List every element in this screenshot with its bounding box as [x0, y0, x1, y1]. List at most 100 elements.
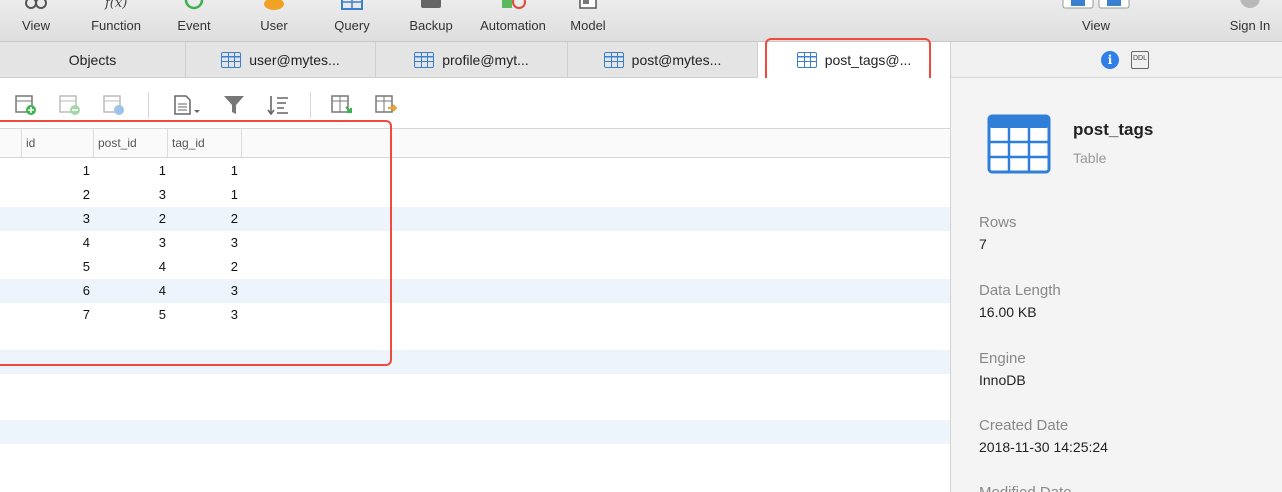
- automation-button[interactable]: Automation: [472, 0, 554, 42]
- column-header-id[interactable]: id: [22, 129, 94, 157]
- view-toggle-icon: [1062, 0, 1130, 9]
- cell-id[interactable]: 5: [22, 255, 90, 279]
- view-icon: [25, 0, 47, 9]
- view-button[interactable]: View: [8, 0, 64, 42]
- data-length-label: Data Length: [979, 282, 1061, 299]
- engine-label: Engine: [979, 350, 1026, 367]
- cell-id[interactable]: 3: [22, 207, 90, 231]
- filter-icon[interactable]: [222, 94, 246, 116]
- table-row[interactable]: 1 1 1: [0, 159, 950, 183]
- main-toolbar: View f(x) Function Event User Query Back…: [0, 0, 1282, 42]
- object-info-panel: i DDL post_tags Table Rows 7 Data Length…: [950, 42, 1282, 492]
- data-length-value: 16.00 KB: [979, 304, 1037, 320]
- query-button[interactable]: Query: [322, 0, 382, 42]
- data-grid: id post_id tag_id 1 1 1 2 3 1 3 2 2 4 3 …: [0, 128, 950, 492]
- info-panel-header: i DDL: [951, 42, 1282, 78]
- object-name: post_tags: [1073, 120, 1154, 139]
- cell-post-id[interactable]: 5: [94, 303, 166, 327]
- backup-label: Backup: [409, 18, 453, 33]
- table-icon: [221, 52, 242, 68]
- empty-row: [0, 350, 950, 374]
- model-icon: [579, 0, 597, 9]
- cell-tag-id[interactable]: 3: [168, 303, 238, 327]
- cell-tag-id[interactable]: 2: [168, 207, 238, 231]
- import-icon[interactable]: [330, 94, 354, 116]
- delete-record-icon[interactable]: [58, 94, 82, 116]
- created-date-value: 2018-11-30 14:25:24: [979, 439, 1108, 455]
- query-label: Query: [334, 18, 370, 33]
- refresh-record-icon[interactable]: [102, 94, 126, 116]
- cell-id[interactable]: 1: [22, 159, 90, 183]
- automation-icon: [502, 0, 526, 9]
- add-record-icon[interactable]: [14, 94, 38, 116]
- view-toggle-button[interactable]: View: [1026, 0, 1166, 42]
- cell-post-id[interactable]: 3: [94, 231, 166, 255]
- cell-id[interactable]: 4: [22, 231, 90, 255]
- grid-header: id post_id tag_id: [0, 128, 950, 158]
- cell-id[interactable]: 6: [22, 279, 90, 303]
- toolbar-divider: [148, 92, 149, 118]
- engine-value: InnoDB: [979, 372, 1026, 388]
- event-icon: [184, 0, 204, 10]
- table-row[interactable]: 6 4 3: [0, 279, 950, 303]
- backup-icon: [421, 0, 441, 8]
- function-icon: f(x): [104, 0, 127, 10]
- cell-post-id[interactable]: 2: [94, 207, 166, 231]
- table-row[interactable]: 2 3 1: [0, 183, 950, 207]
- export-icon[interactable]: [374, 94, 398, 116]
- sign-in-button[interactable]: Sign In: [1222, 0, 1278, 42]
- column-header-post-id[interactable]: post_id: [94, 129, 168, 157]
- event-button[interactable]: Event: [166, 0, 222, 42]
- function-button[interactable]: f(x) Function: [80, 0, 152, 42]
- text-view-icon[interactable]: [172, 94, 202, 116]
- cell-post-id[interactable]: 4: [94, 279, 166, 303]
- tab-user[interactable]: user@mytes...: [186, 42, 376, 78]
- model-button[interactable]: Model: [560, 0, 616, 42]
- tab-profile-label: profile@myt...: [442, 52, 529, 68]
- cell-post-id[interactable]: 4: [94, 255, 166, 279]
- info-icon[interactable]: i: [1101, 51, 1119, 69]
- rows-value: 7: [979, 236, 987, 252]
- avatar-icon: [1240, 0, 1260, 8]
- tab-user-label: user@mytes...: [249, 52, 340, 68]
- tab-profile[interactable]: profile@myt...: [376, 42, 568, 78]
- user-label: User: [260, 18, 288, 33]
- table-icon: [414, 52, 435, 68]
- event-label: Event: [177, 18, 211, 33]
- cell-tag-id[interactable]: 1: [168, 159, 238, 183]
- column-header-tag-id[interactable]: tag_id: [168, 129, 242, 157]
- cell-post-id[interactable]: 1: [94, 159, 166, 183]
- navicat-window: View f(x) Function Event User Query Back…: [0, 0, 1282, 492]
- cell-tag-id[interactable]: 3: [168, 279, 238, 303]
- table-row[interactable]: 4 3 3: [0, 231, 950, 255]
- cell-tag-id[interactable]: 2: [168, 255, 238, 279]
- cell-post-id[interactable]: 3: [94, 183, 166, 207]
- cell-tag-id[interactable]: 3: [168, 231, 238, 255]
- row-gutter-header: [0, 129, 22, 157]
- tab-objects-label: Objects: [68, 52, 117, 68]
- empty-row: [0, 420, 950, 444]
- table-row[interactable]: 5 4 2: [0, 255, 950, 279]
- svg-text:f(x): f(x): [104, 0, 127, 10]
- tab-post[interactable]: post@mytes...: [568, 42, 758, 78]
- modified-date-label: Modified Date: [979, 484, 1072, 492]
- automation-label: Automation: [480, 18, 546, 33]
- user-button[interactable]: User: [246, 0, 302, 42]
- tab-objects[interactable]: Objects: [0, 42, 186, 78]
- sort-icon[interactable]: [266, 94, 290, 116]
- toolbar-divider: [310, 92, 311, 118]
- table-row[interactable]: 3 2 2: [0, 207, 950, 231]
- function-label: Function: [91, 18, 141, 33]
- table-row[interactable]: 7 5 3: [0, 303, 950, 327]
- table-icon: [796, 52, 817, 68]
- backup-button[interactable]: Backup: [400, 0, 462, 42]
- cell-id[interactable]: 7: [22, 303, 90, 327]
- cell-tag-id[interactable]: 1: [168, 183, 238, 207]
- tab-post-tags[interactable]: post_tags@...: [758, 42, 950, 78]
- ddl-icon[interactable]: DDL: [1131, 51, 1149, 69]
- grid-toolbar: [0, 78, 950, 128]
- cell-id[interactable]: 2: [22, 183, 90, 207]
- tab-post-label: post@mytes...: [631, 52, 722, 68]
- tab-bar: Objects user@mytes... profile@myt... pos…: [0, 42, 950, 78]
- table-icon: [987, 114, 1051, 174]
